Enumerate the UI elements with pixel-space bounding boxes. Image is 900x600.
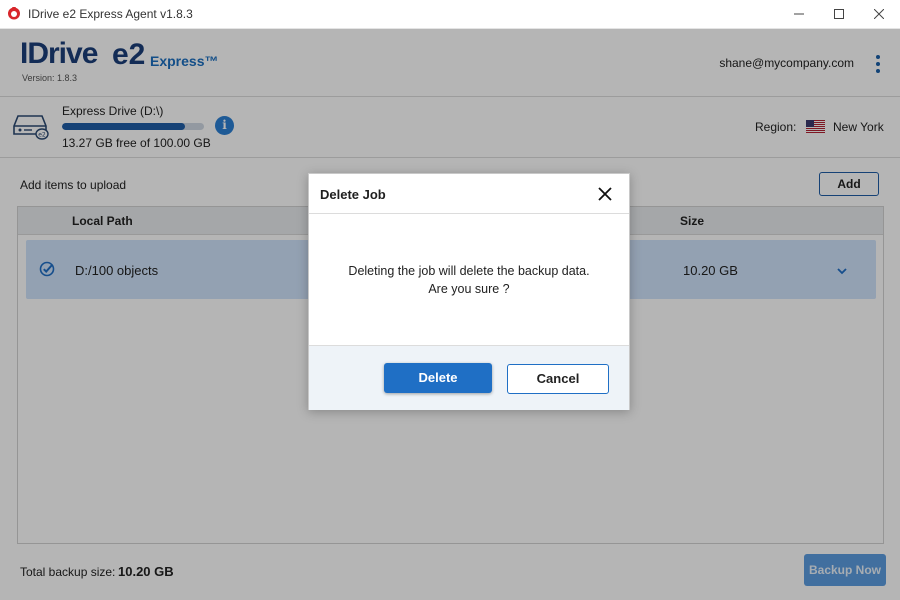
window-title: IDrive e2 Express Agent v1.8.3: [28, 7, 193, 21]
dialog-question: Are you sure ?: [428, 282, 510, 296]
close-icon[interactable]: [856, 0, 900, 28]
dialog-body: Deleting the job will delete the backup …: [309, 214, 629, 345]
dialog-title: Delete Job: [320, 187, 386, 202]
delete-button[interactable]: Delete: [384, 363, 492, 393]
delete-job-dialog: Delete Job Deleting the job will delete …: [308, 173, 630, 410]
dialog-header: Delete Job: [309, 174, 629, 214]
idrive-app-icon: [8, 7, 20, 20]
dialog-message: Deleting the job will delete the backup …: [348, 264, 590, 278]
close-icon[interactable]: [597, 186, 613, 202]
window-titlebar: IDrive e2 Express Agent v1.8.3: [0, 0, 900, 29]
dialog-footer: Delete Cancel: [309, 345, 629, 410]
cancel-button[interactable]: Cancel: [507, 364, 609, 394]
